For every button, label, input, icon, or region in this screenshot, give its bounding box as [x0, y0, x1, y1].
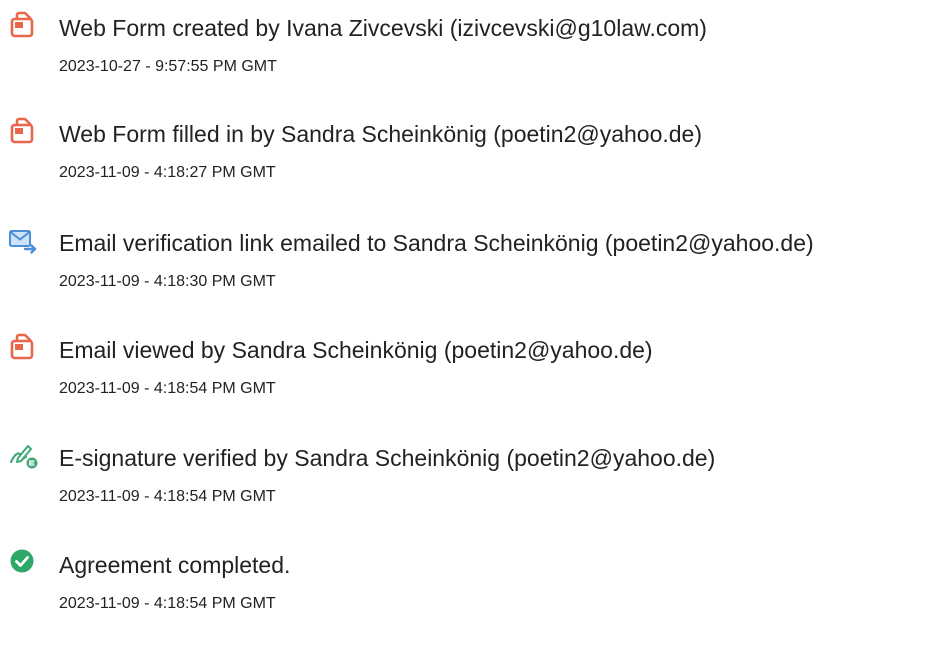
- email-sent-icon: [8, 225, 38, 255]
- event-timestamp: 2023-11-09 - 4:18:30 PM GMT: [59, 273, 276, 290]
- event-timestamp: 2023-11-09 - 4:18:54 PM GMT: [59, 488, 276, 505]
- web-form-icon: [8, 10, 38, 40]
- event-title: Web Form created by Ivana Zivcevski (izi…: [59, 15, 707, 41]
- e-signature-icon: [8, 440, 38, 470]
- event-title: Agreement completed.: [59, 552, 291, 578]
- event-timestamp: 2023-11-09 - 4:18:54 PM GMT: [59, 380, 276, 397]
- event-timestamp: 2023-10-27 - 9:57:55 PM GMT: [59, 58, 277, 75]
- event-title: Email verification link emailed to Sandr…: [59, 230, 814, 256]
- web-form-icon: [8, 332, 38, 362]
- event-timestamp: 2023-11-09 - 4:18:54 PM GMT: [59, 595, 276, 612]
- event-title: Email viewed by Sandra Scheinkönig (poet…: [59, 337, 653, 363]
- check-circle-icon: [8, 547, 38, 577]
- event-title: E-signature verified by Sandra Scheinkön…: [59, 445, 716, 471]
- web-form-icon: [8, 116, 38, 146]
- event-title: Web Form filled in by Sandra Scheinkönig…: [59, 121, 703, 147]
- event-timestamp: 2023-11-09 - 4:18:27 PM GMT: [59, 164, 276, 181]
- audit-history: Web Form created by Ivana Zivcevski (izi…: [0, 0, 935, 652]
